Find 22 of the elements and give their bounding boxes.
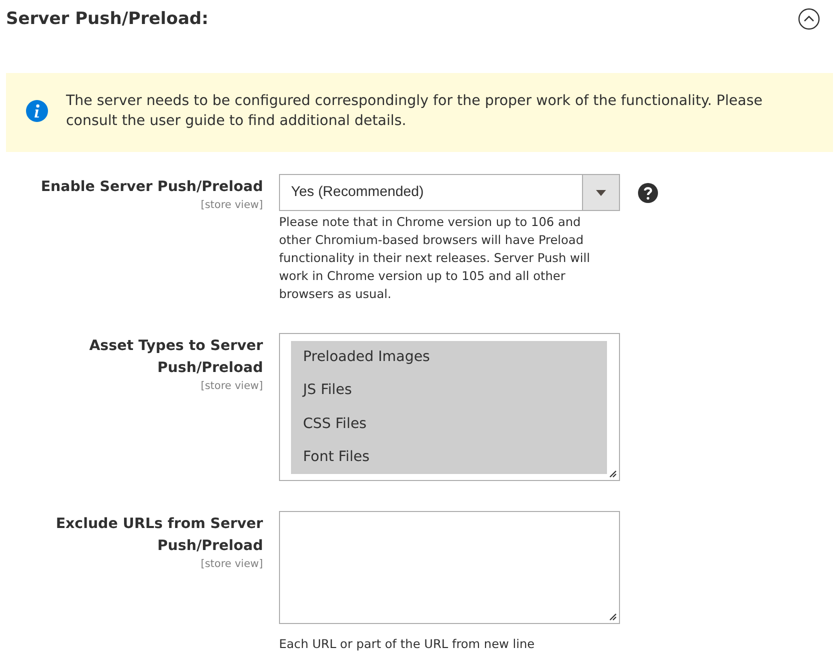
resize-grip-icon[interactable] bbox=[607, 468, 617, 478]
multiselect-list[interactable]: Preloaded Images JS Files CSS Files Font Files bbox=[279, 333, 620, 481]
field-label: Enable Server Push/Preload bbox=[40, 178, 263, 197]
field-label: Asset Types to Server Push/Preload bbox=[88, 337, 263, 378]
dropdown[interactable]: Yes (Recommended) bbox=[279, 174, 620, 211]
notice-text: The server needs to be configured correspondingly for the proper work of the functionality. Please consult the user guide to find additional details. bbox=[66, 92, 764, 131]
list-option[interactable]: JS Files bbox=[291, 374, 607, 408]
field-note: Each URL or part of the URL from new line bbox=[279, 636, 536, 653]
field-label: Exclude URLs from Server Push/Preload bbox=[54, 515, 263, 556]
scope-label: [store view] bbox=[200, 379, 263, 393]
info-icon bbox=[26, 100, 48, 122]
resize-grip-icon[interactable] bbox=[607, 611, 617, 621]
caret-icon bbox=[596, 190, 606, 196]
scope-label: [store view] bbox=[200, 198, 263, 212]
help-icon[interactable] bbox=[638, 183, 658, 203]
list-option[interactable]: Preloaded Images bbox=[291, 341, 607, 374]
field-note: Please note that in Chrome version up to 106 and other Chromium-based browsers will have Preload functionality in their next releases. Server Push will work in Chrome version up to 105 and all other browsers as usual. bbox=[279, 214, 591, 303]
section-title: Server Push/Preload: bbox=[6, 9, 208, 29]
collapse-button[interactable] bbox=[798, 8, 820, 30]
list-option[interactable]: Font Files bbox=[291, 440, 607, 474]
list-option[interactable]: CSS Files bbox=[291, 408, 607, 441]
scope-label: [store view] bbox=[200, 557, 263, 571]
